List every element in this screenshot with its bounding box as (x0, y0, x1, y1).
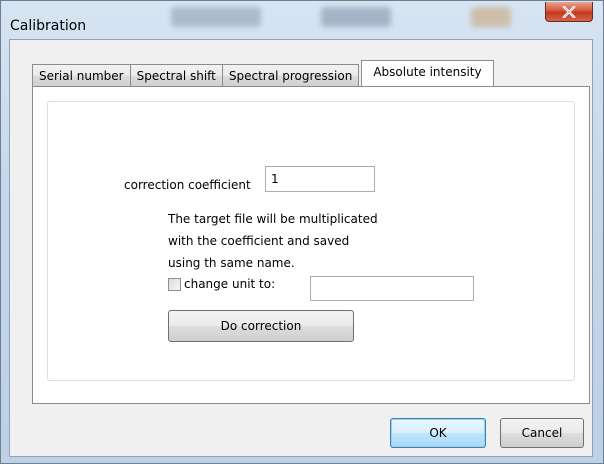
tab-label: Spectral progression (228, 68, 353, 83)
tab-label: Spectral shift (136, 68, 216, 83)
change-unit-input[interactable] (310, 276, 474, 301)
do-correction-button[interactable]: Do correction (168, 310, 354, 342)
title-bar-blur (471, 7, 511, 27)
calibration-window: Calibration Serial number Spectral shift… (0, 0, 604, 464)
title-bar[interactable]: Calibration (1, 1, 603, 39)
description-line-2: with the coefficient and saved (168, 234, 350, 248)
close-button[interactable] (545, 2, 593, 22)
dialog-client-area: Serial number Spectral shift Spectral pr… (9, 39, 593, 457)
close-icon (562, 5, 576, 18)
absolute-intensity-panel: correction coefficient The target file w… (32, 86, 590, 404)
description-line-1: The target file will be multiplicated (168, 212, 378, 226)
groupbox: correction coefficient The target file w… (47, 101, 575, 381)
title-bar-blur (171, 7, 261, 27)
ok-button-label: OK (429, 426, 447, 440)
tab-serial-number[interactable]: Serial number (32, 64, 131, 86)
correction-coefficient-label: correction coefficient (124, 178, 251, 192)
tab-label: Serial number (39, 68, 124, 83)
cancel-button[interactable]: Cancel (500, 418, 584, 448)
window-title: Calibration (10, 18, 87, 34)
tab-strip: Serial number Spectral shift Spectral pr… (32, 60, 494, 86)
tab-spectral-shift[interactable]: Spectral shift (129, 64, 223, 86)
tab-spectral-progression[interactable]: Spectral progression (221, 64, 360, 86)
description-line-3: using th same name. (168, 256, 295, 270)
title-bar-blur (321, 7, 391, 27)
change-unit-checkbox[interactable] (168, 278, 181, 291)
correction-coefficient-input[interactable] (265, 166, 375, 192)
do-correction-button-label: Do correction (220, 319, 302, 333)
cancel-button-label: Cancel (521, 426, 563, 440)
ok-button[interactable]: OK (390, 418, 486, 448)
tab-absolute-intensity[interactable]: Absolute intensity (361, 60, 494, 86)
tab-label: Absolute intensity (373, 65, 482, 79)
change-unit-label: change unit to: (184, 277, 276, 291)
